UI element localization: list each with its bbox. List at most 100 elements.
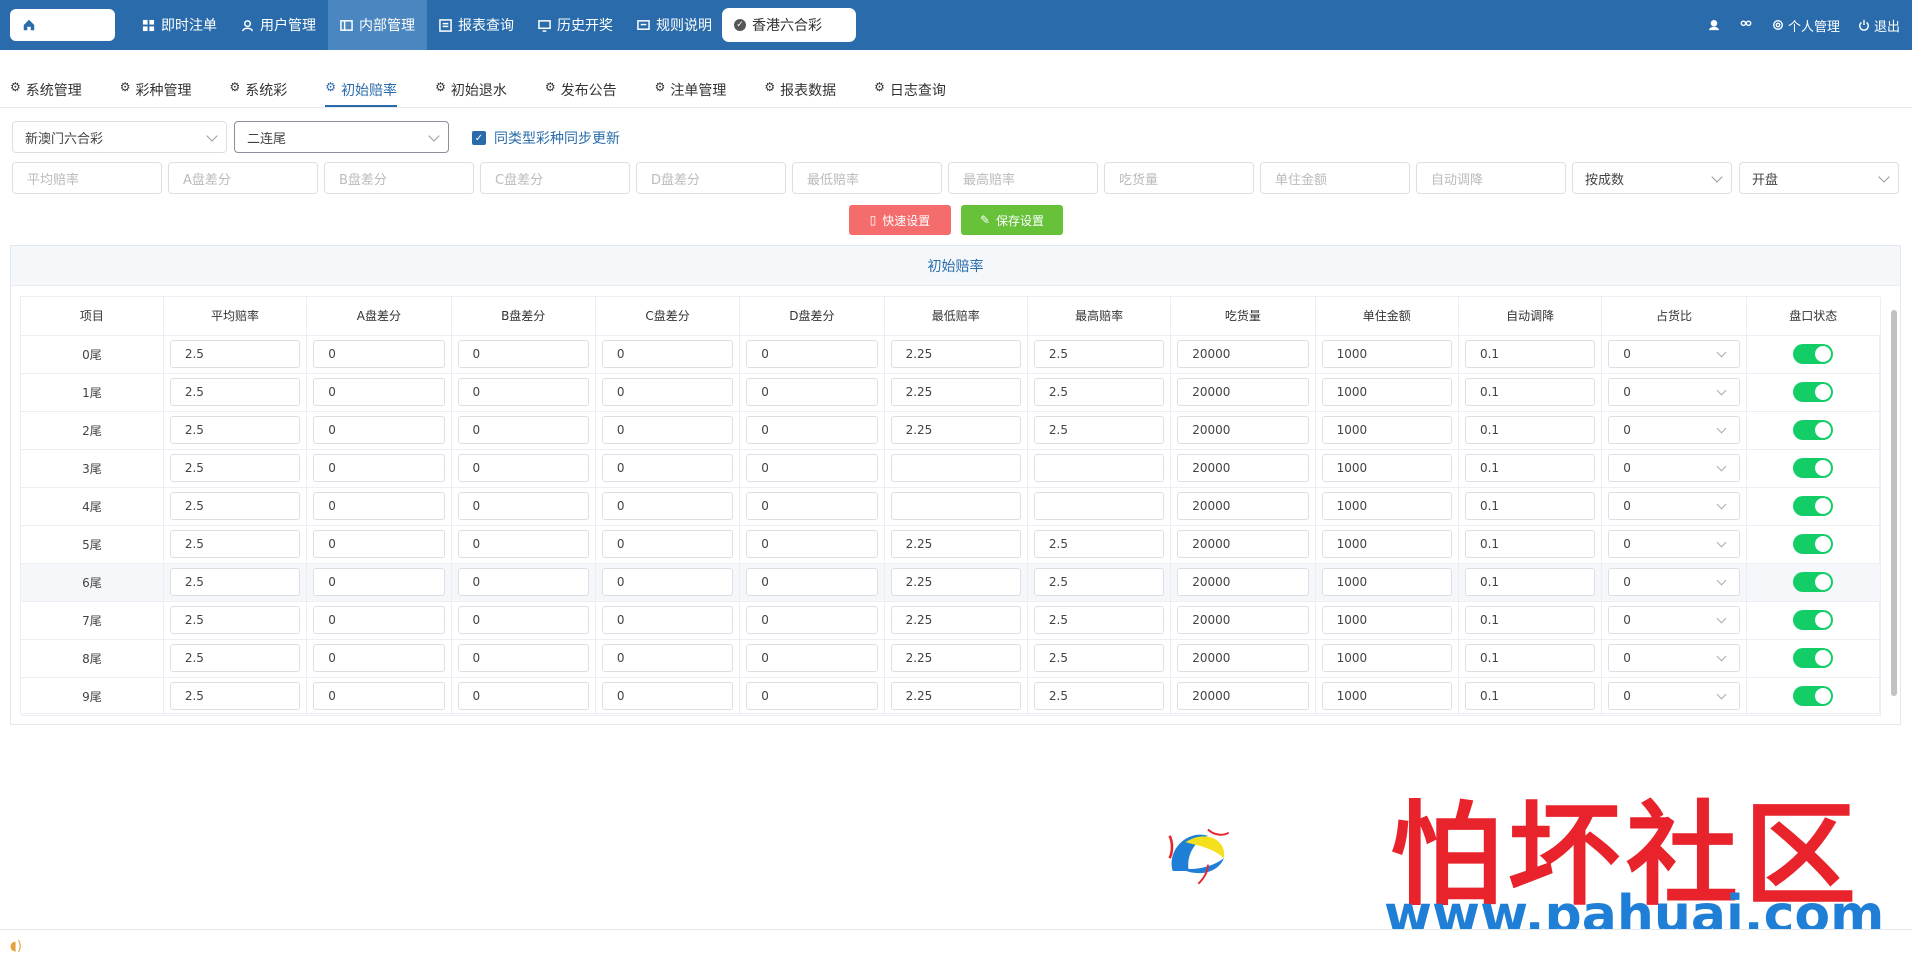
c-diff-input[interactable]: 0 — [601, 378, 734, 406]
auto-decrease-input[interactable]: 0.1 — [1464, 340, 1596, 368]
avg-odds-input[interactable]: 2.5 — [169, 492, 301, 520]
auto-decrease-input[interactable]: 0.1 — [1464, 492, 1596, 520]
eat-amount-input[interactable]: 20000 — [1177, 530, 1309, 558]
unit-amount-input[interactable]: 1000 — [1321, 568, 1452, 596]
max-odds-input[interactable]: 2.5 — [1033, 416, 1165, 444]
b-diff-input[interactable]: 0 — [457, 454, 589, 482]
ratio-select[interactable]: 0 — [1608, 606, 1740, 634]
d-diff-input[interactable]: 0 — [746, 644, 878, 672]
eat-amount-input[interactable]: 20000 — [1177, 416, 1309, 444]
status-switch[interactable] — [1793, 382, 1834, 402]
tab-report-data[interactable]: ⚙ 报表数据 — [764, 76, 836, 107]
tab-initial-rebate[interactable]: ⚙ 初始退水 — [435, 76, 507, 107]
min-odds-input[interactable]: 2.25 — [890, 416, 1021, 444]
top-nav-item-live-bets[interactable]: 即时注单 — [130, 0, 229, 50]
min-odds-input[interactable]: 2.25 — [890, 606, 1021, 634]
d-diff-input[interactable]: 0 — [746, 568, 878, 596]
ratio-select[interactable]: 0 — [1608, 492, 1740, 520]
status-switch[interactable] — [1793, 496, 1834, 516]
eat-amount-input[interactable]: 20000 — [1177, 340, 1309, 368]
unit-amount-input[interactable]: 1000 — [1321, 340, 1452, 368]
auto-decrease-input[interactable]: 0.1 — [1464, 606, 1596, 634]
auto-decrease-input[interactable]: 0.1 — [1464, 568, 1596, 596]
account-button[interactable] — [1708, 19, 1720, 31]
max-odds-input[interactable]: 2.5 — [1033, 606, 1165, 634]
online-users-button[interactable] — [1738, 19, 1754, 31]
unit-amount-input[interactable]: 1000 — [1321, 378, 1452, 406]
min-odds-input[interactable]: 2.25 — [890, 340, 1021, 368]
eat-amount-input[interactable]: 20000 — [1177, 606, 1309, 634]
eat-amount-input[interactable]: 20000 — [1177, 378, 1309, 406]
a-diff-input[interactable]: 0 — [313, 568, 445, 596]
c-diff-input[interactable]: 0 — [601, 682, 734, 710]
tab-lottery-management[interactable]: ⚙ 彩种管理 — [120, 76, 192, 107]
c-diff-input[interactable]: 0 — [601, 568, 734, 596]
max-odds-input[interactable]: 2.5 — [1033, 530, 1165, 558]
c-diff-input[interactable]: 0 — [601, 454, 734, 482]
max-odds-input[interactable]: 2.5 — [1033, 682, 1165, 710]
tab-announcements[interactable]: ⚙ 发布公告 — [545, 76, 617, 107]
eat-amount-input[interactable]: 20000 — [1177, 568, 1309, 596]
min-odds-input[interactable]: 2.25 — [890, 644, 1021, 672]
unit-amount-input[interactable]: 1000 — [1321, 530, 1452, 558]
quick-set-button[interactable]: ▯ 快速设置 — [849, 205, 951, 235]
quick-c-diff-input[interactable]: C盘差分 — [480, 162, 630, 194]
quick-d-diff-input[interactable]: D盘差分 — [636, 162, 786, 194]
quick-status-select[interactable]: 开盘 — [1739, 162, 1899, 194]
min-odds-input[interactable] — [890, 492, 1021, 520]
quick-max-odds-input[interactable]: 最高赔率 — [948, 162, 1098, 194]
d-diff-input[interactable]: 0 — [746, 682, 878, 710]
b-diff-input[interactable]: 0 — [457, 606, 589, 634]
status-switch[interactable] — [1793, 610, 1834, 630]
table-scrollbar[interactable] — [1891, 302, 1897, 706]
quick-auto-decrease-input[interactable]: 自动调降 — [1416, 162, 1566, 194]
avg-odds-input[interactable]: 2.5 — [169, 454, 301, 482]
unit-amount-input[interactable]: 1000 — [1321, 644, 1452, 672]
save-settings-button[interactable]: ✎ 保存设置 — [961, 205, 1063, 235]
c-diff-input[interactable]: 0 — [601, 340, 734, 368]
ratio-select[interactable]: 0 — [1608, 454, 1740, 482]
c-diff-input[interactable]: 0 — [601, 492, 734, 520]
b-diff-input[interactable]: 0 — [457, 416, 589, 444]
top-nav-item-internal[interactable]: 内部管理 — [328, 0, 427, 50]
avg-odds-input[interactable]: 2.5 — [169, 340, 301, 368]
status-switch[interactable] — [1793, 534, 1834, 554]
logout-button[interactable]: 退出 — [1858, 16, 1900, 35]
min-odds-input[interactable] — [890, 454, 1021, 482]
a-diff-input[interactable]: 0 — [313, 454, 445, 482]
avg-odds-input[interactable]: 2.5 — [169, 568, 301, 596]
avg-odds-input[interactable]: 2.5 — [169, 644, 301, 672]
quick-avg-odds-input[interactable]: 平均赔率 — [12, 162, 162, 194]
d-diff-input[interactable]: 0 — [746, 340, 878, 368]
top-nav-item-users[interactable]: 用户管理 — [229, 0, 328, 50]
ratio-select[interactable]: 0 — [1608, 340, 1740, 368]
min-odds-input[interactable]: 2.25 — [890, 530, 1021, 558]
unit-amount-input[interactable]: 1000 — [1321, 682, 1452, 710]
tab-initial-odds[interactable]: ⚙ 初始赔率 — [325, 76, 398, 107]
d-diff-input[interactable]: 0 — [746, 606, 878, 634]
quick-unit-amount-input[interactable]: 单住金额 — [1260, 162, 1410, 194]
unit-amount-input[interactable]: 1000 — [1321, 606, 1452, 634]
a-diff-input[interactable]: 0 — [313, 416, 445, 444]
ratio-select[interactable]: 0 — [1608, 644, 1740, 672]
auto-decrease-input[interactable]: 0.1 — [1464, 416, 1596, 444]
status-switch[interactable] — [1793, 458, 1834, 478]
max-odds-input[interactable] — [1033, 492, 1165, 520]
quick-ratio-select[interactable]: 按成数 — [1572, 162, 1732, 194]
sync-checkbox[interactable]: ✓ 同类型彩种同步更新 — [472, 128, 620, 148]
auto-decrease-input[interactable]: 0.1 — [1464, 682, 1596, 710]
avg-odds-input[interactable]: 2.5 — [169, 682, 301, 710]
eat-amount-input[interactable]: 20000 — [1177, 492, 1309, 520]
d-diff-input[interactable]: 0 — [746, 454, 878, 482]
ratio-select[interactable]: 0 — [1608, 378, 1740, 406]
profile-button[interactable]: 个人管理 — [1772, 16, 1840, 35]
max-odds-input[interactable]: 2.5 — [1033, 644, 1165, 672]
ratio-select[interactable]: 0 — [1608, 416, 1740, 444]
d-diff-input[interactable]: 0 — [746, 530, 878, 558]
c-diff-input[interactable]: 0 — [601, 606, 734, 634]
avg-odds-input[interactable]: 2.5 — [169, 530, 301, 558]
max-odds-input[interactable]: 2.5 — [1033, 378, 1165, 406]
max-odds-input[interactable]: 2.5 — [1033, 568, 1165, 596]
a-diff-input[interactable]: 0 — [313, 682, 445, 710]
c-diff-input[interactable]: 0 — [601, 644, 734, 672]
